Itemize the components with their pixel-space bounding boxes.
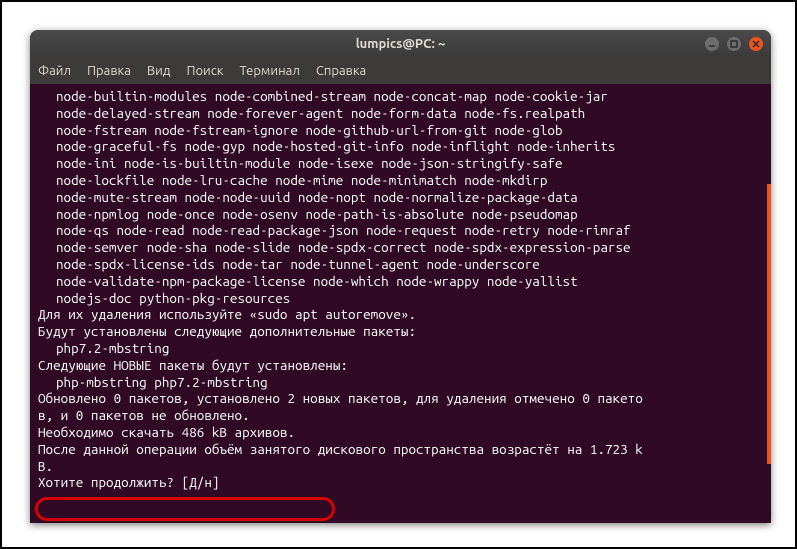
menu-view[interactable]: Вид <box>147 64 171 78</box>
window-controls <box>705 37 763 51</box>
terminal-line: node-lockfile node-lru-cache node-mime n… <box>38 172 763 189</box>
scrollbar-thumb[interactable] <box>767 184 771 464</box>
terminal-line: nodejs-doc python-pkg-resources <box>38 290 763 307</box>
terminal-line: node-validate-npm-package-license node-w… <box>38 273 763 290</box>
terminal-line: Обновлено 0 пакетов, установлено 2 новых… <box>38 390 763 407</box>
menu-help[interactable]: Справка <box>316 64 366 78</box>
terminal-line: Для их удаления используйте «sudo apt au… <box>38 306 763 323</box>
terminal-line: node-qs node-read node-read-package-json… <box>38 222 763 239</box>
terminal-line: php-mbstring php7.2-mbstring <box>38 374 763 391</box>
terminal-line: Хотите продолжить? [Д/н] <box>38 474 763 491</box>
menu-search[interactable]: Поиск <box>186 64 223 78</box>
minimize-button[interactable] <box>705 37 719 51</box>
terminal-line: node-npmlog node-once node-osenv node-pa… <box>38 206 763 223</box>
terminal-body[interactable]: node-builtin-modules node-combined-strea… <box>30 84 771 523</box>
terminal-window: lumpics@PC: ~ Файл Правка Вид Поиск Терм… <box>30 30 771 523</box>
menu-file[interactable]: Файл <box>38 64 71 78</box>
terminal-line: node-spdx-license-ids node-tar node-tunn… <box>38 256 763 273</box>
terminal-line: node-builtin-modules node-combined-strea… <box>38 88 763 105</box>
terminal-line: node-delayed-stream node-forever-agent n… <box>38 105 763 122</box>
maximize-button[interactable] <box>727 37 741 51</box>
terminal-line: node-graceful-fs node-gyp node-hosted-gi… <box>38 138 763 155</box>
menubar: Файл Правка Вид Поиск Терминал Справка <box>30 58 771 84</box>
terminal-line: После данной операции объём занятого дис… <box>38 441 763 458</box>
terminal-line: B. <box>38 458 763 475</box>
terminal-line: Следующие НОВЫЕ пакеты будут установлены… <box>38 357 763 374</box>
terminal-line: в, и 0 пакетов не обновлено. <box>38 407 763 424</box>
terminal-line: php7.2-mbstring <box>38 340 763 357</box>
terminal-line: node-fstream node-fstream-ignore node-gi… <box>38 122 763 139</box>
terminal-line: Необходимо скачать 486 kB архивов. <box>38 424 763 441</box>
close-button[interactable] <box>749 37 763 51</box>
titlebar[interactable]: lumpics@PC: ~ <box>30 30 771 58</box>
terminal-line: node-mute-stream node-node-uuid node-nop… <box>38 189 763 206</box>
menu-terminal[interactable]: Терминал <box>239 64 299 78</box>
terminal-line: node-semver node-sha node-slide node-spd… <box>38 239 763 256</box>
terminal-line: node-ini node-is-builtin-module node-ise… <box>38 155 763 172</box>
window-title: lumpics@PC: ~ <box>356 37 446 51</box>
terminal-line: Будут установлены следующие дополнительн… <box>38 323 763 340</box>
menu-edit[interactable]: Правка <box>87 64 131 78</box>
